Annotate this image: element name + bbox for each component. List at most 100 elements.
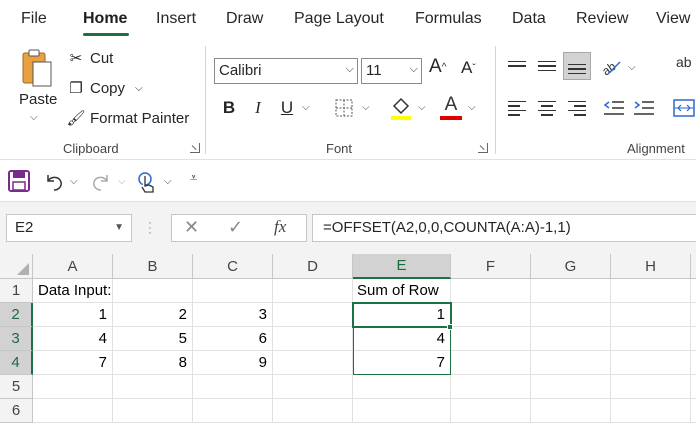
borders-icon[interactable] <box>334 98 354 118</box>
fill-handle[interactable] <box>447 324 453 330</box>
paste-icon[interactable] <box>20 48 54 88</box>
cell-partial[interactable] <box>691 327 696 351</box>
cell-d4[interactable] <box>273 351 353 375</box>
cell-e3[interactable]: 4 <box>353 327 451 351</box>
cell-f5[interactable] <box>451 375 531 399</box>
top-align-icon[interactable] <box>505 54 529 78</box>
cell-a5[interactable] <box>33 375 113 399</box>
clipboard-launcher-icon[interactable] <box>190 143 200 153</box>
tab-home[interactable]: Home <box>83 10 127 28</box>
cell-b1[interactable] <box>113 279 193 303</box>
bottom-align-icon[interactable] <box>563 52 591 80</box>
cell-b2[interactable]: 2 <box>113 303 193 327</box>
cell-f2[interactable] <box>451 303 531 327</box>
copy-dropdown-icon[interactable]: ⌵ <box>135 83 143 94</box>
cell-g2[interactable] <box>531 303 611 327</box>
column-header-g[interactable]: G <box>531 254 611 279</box>
cell-a1[interactable]: Data Input: <box>33 279 113 303</box>
tab-review[interactable]: Review <box>576 10 628 28</box>
cell-a3[interactable]: 4 <box>33 327 113 351</box>
cut-button[interactable]: ✂ Cut <box>66 48 114 68</box>
decrease-indent-icon[interactable] <box>602 96 626 120</box>
cell-b4[interactable]: 8 <box>113 351 193 375</box>
cell-b3[interactable]: 5 <box>113 327 193 351</box>
cell-f3[interactable] <box>451 327 531 351</box>
font-name-select[interactable]: Calibri ⌵ <box>214 58 358 84</box>
cell-e6[interactable] <box>353 399 451 423</box>
row-header-1[interactable]: 1 <box>0 279 33 303</box>
wrap-text-icon[interactable]: ab <box>676 54 692 70</box>
cell-c5[interactable] <box>193 375 273 399</box>
grow-font-button[interactable]: A ^ <box>429 56 446 78</box>
cell-d5[interactable] <box>273 375 353 399</box>
cell-d6[interactable] <box>273 399 353 423</box>
formula-input[interactable]: =OFFSET(A2,0,0,COUNTA(A:A)-1,1) <box>312 214 696 242</box>
row-header-6[interactable]: 6 <box>0 399 33 423</box>
cell-e2[interactable]: 1 <box>353 303 451 327</box>
cell-h5[interactable] <box>611 375 691 399</box>
cell-h6[interactable] <box>611 399 691 423</box>
cell-partial[interactable] <box>691 399 696 423</box>
increase-indent-icon[interactable] <box>632 96 656 120</box>
bold-button[interactable]: B <box>217 96 241 120</box>
row-header-2[interactable]: 2 <box>0 303 33 327</box>
tab-page-layout[interactable]: Page Layout <box>294 10 384 28</box>
underline-dropdown-icon[interactable]: ⌵ <box>302 102 310 113</box>
cell-f1[interactable] <box>451 279 531 303</box>
name-box-dropdown-icon[interactable]: ▼ <box>114 222 124 233</box>
cell-g3[interactable] <box>531 327 611 351</box>
tab-data[interactable]: Data <box>512 10 546 28</box>
insert-function-icon[interactable]: fx <box>274 217 286 237</box>
underline-button[interactable]: U <box>275 96 299 120</box>
fill-color-icon[interactable] <box>390 96 412 122</box>
cell-c3[interactable]: 6 <box>193 327 273 351</box>
row-header-3[interactable]: 3 <box>0 327 33 351</box>
touch-mode-dropdown-icon[interactable]: ⌵ <box>164 176 172 187</box>
cell-h4[interactable] <box>611 351 691 375</box>
cell-a4[interactable]: 7 <box>33 351 113 375</box>
fill-color-dropdown-icon[interactable]: ⌵ <box>418 102 426 113</box>
row-header-4[interactable]: 4 <box>0 351 33 375</box>
tab-formulas[interactable]: Formulas <box>415 10 482 28</box>
orientation-icon[interactable]: ab <box>600 54 624 78</box>
cell-c6[interactable] <box>193 399 273 423</box>
select-all-button[interactable] <box>0 254 33 279</box>
merge-center-icon[interactable] <box>672 96 696 120</box>
formula-bar-resize-handle[interactable]: · · · <box>148 216 152 238</box>
copy-button[interactable]: ❐ Copy ⌵ <box>66 78 143 98</box>
column-header-h[interactable]: H <box>611 254 691 279</box>
paste-dropdown-icon[interactable]: ⌵ <box>30 112 38 123</box>
cell-c1[interactable] <box>193 279 273 303</box>
cell-f6[interactable] <box>451 399 531 423</box>
cell-d3[interactable] <box>273 327 353 351</box>
row-header-5[interactable]: 5 <box>0 375 33 399</box>
redo-dropdown-icon[interactable]: ⌵ <box>118 176 126 187</box>
customize-qat-icon[interactable]: ⩡ <box>190 170 197 186</box>
cell-h2[interactable] <box>611 303 691 327</box>
paste-button[interactable]: Paste <box>19 91 57 108</box>
cell-e5[interactable] <box>353 375 451 399</box>
cell-a2[interactable]: 1 <box>33 303 113 327</box>
cell-partial[interactable] <box>691 279 696 303</box>
cell-partial[interactable] <box>691 303 696 327</box>
cell-f4[interactable] <box>451 351 531 375</box>
cancel-icon[interactable]: ✕ <box>184 217 199 238</box>
cell-d2[interactable] <box>273 303 353 327</box>
cell-a6[interactable] <box>33 399 113 423</box>
cell-h3[interactable] <box>611 327 691 351</box>
align-left-icon[interactable] <box>505 96 529 120</box>
cell-e4[interactable]: 7 <box>353 351 451 375</box>
cell-d1[interactable] <box>273 279 353 303</box>
font-launcher-icon[interactable] <box>478 143 488 153</box>
tab-view[interactable]: View <box>656 10 690 28</box>
tab-draw[interactable]: Draw <box>226 10 263 28</box>
cell-partial[interactable] <box>691 351 696 375</box>
column-header-e[interactable]: E <box>353 254 451 279</box>
cell-g1[interactable] <box>531 279 611 303</box>
column-header-d[interactable]: D <box>273 254 353 279</box>
cell-c2[interactable]: 3 <box>193 303 273 327</box>
column-header-c[interactable]: C <box>193 254 273 279</box>
column-header-f[interactable]: F <box>451 254 531 279</box>
cell-partial[interactable] <box>691 375 696 399</box>
font-color-button[interactable]: A <box>440 94 462 122</box>
